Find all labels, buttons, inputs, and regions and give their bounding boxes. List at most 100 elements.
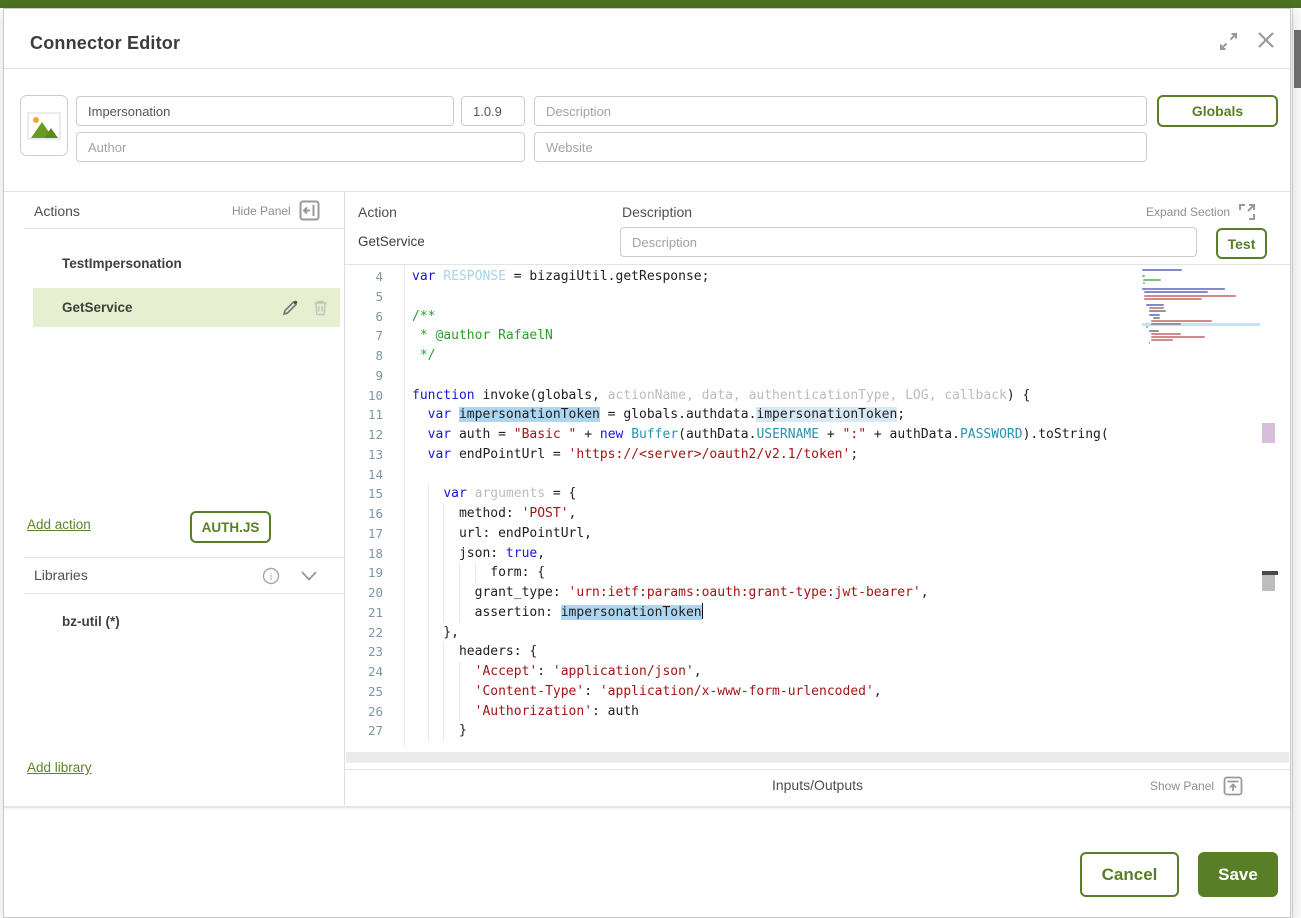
svg-text:i: i	[270, 572, 273, 583]
line-number: 9	[345, 366, 397, 386]
code-line[interactable]: method: 'POST',	[412, 504, 1142, 524]
connector-icon-button[interactable]	[20, 95, 68, 156]
code-line[interactable]: grant_type: 'urn:ietf:params:oauth:grant…	[412, 583, 1142, 603]
minimap[interactable]	[1142, 269, 1260, 346]
scrollbar-thumb[interactable]	[1262, 575, 1275, 591]
code-line[interactable]: }	[412, 721, 1142, 741]
line-number: 24	[345, 662, 397, 682]
code-line[interactable]: /**	[412, 307, 1142, 327]
connector-author-input[interactable]	[76, 132, 525, 162]
code-line[interactable]: 'Authorization': auth	[412, 702, 1142, 722]
code-line[interactable]: var arguments = {	[412, 484, 1142, 504]
info-icon: i	[262, 567, 280, 585]
editor-scrollbar[interactable]	[1262, 265, 1278, 748]
show-panel-button[interactable]: Show Panel	[1150, 776, 1243, 796]
close-dialog-button[interactable]	[1255, 29, 1277, 51]
line-number: 7	[345, 326, 397, 346]
line-number: 23	[345, 642, 397, 662]
edit-action-button[interactable]	[282, 299, 299, 316]
library-list-item[interactable]: bz-util (*)	[33, 606, 340, 636]
page-scrollbar-thumb[interactable]	[1294, 30, 1301, 88]
expand-section-icon	[1238, 203, 1256, 221]
connector-website-input[interactable]	[534, 132, 1147, 162]
inputs-outputs-label: Inputs/Outputs	[345, 777, 1290, 793]
code-line[interactable]: function invoke(globals, actionName, dat…	[412, 386, 1142, 406]
test-action-button[interactable]: Test	[1216, 228, 1267, 259]
line-number: 26	[345, 702, 397, 722]
code-line[interactable]	[412, 287, 1142, 307]
delete-action-button[interactable]	[313, 299, 328, 316]
libraries-info-button[interactable]: i	[262, 567, 280, 585]
text-cursor	[702, 603, 704, 619]
code-editor[interactable]: 4567891011121314151617181920212223242526…	[345, 265, 1290, 748]
line-number: 22	[345, 623, 397, 643]
code-line[interactable]: 'Content-Type': 'application/x-www-form-…	[412, 682, 1142, 702]
gutter-border	[404, 265, 405, 748]
expand-arrows-icon	[1218, 31, 1239, 52]
code-line[interactable]	[412, 366, 1142, 386]
action-description-label: Description	[622, 204, 692, 220]
cancel-button[interactable]: Cancel	[1080, 852, 1179, 897]
maximize-dialog-button[interactable]	[1218, 31, 1239, 52]
code-lines[interactable]: var RESPONSE = bizagiUtil.getResponse; /*…	[412, 267, 1142, 741]
close-icon	[1255, 29, 1277, 51]
code-line[interactable]: 'Accept': 'application/json',	[412, 662, 1142, 682]
code-line[interactable]: headers: {	[412, 642, 1142, 662]
action-name: GetService	[358, 234, 425, 249]
globals-button[interactable]: Globals	[1157, 95, 1278, 127]
line-number: 10	[345, 386, 397, 406]
hide-panel-label: Hide Panel	[232, 204, 291, 218]
top-accent-bar	[0, 0, 1301, 8]
action-description-input[interactable]	[620, 227, 1197, 257]
line-number: 20	[345, 583, 397, 603]
connector-version-input[interactable]	[461, 96, 525, 126]
action-item-label: GetService	[33, 300, 282, 315]
add-action-link[interactable]: Add action	[27, 517, 91, 532]
page-scrollbar[interactable]	[1292, 8, 1301, 918]
code-line[interactable]: var auth = "Basic " + new Buffer(authDat…	[412, 425, 1142, 445]
connector-description-input[interactable]	[534, 96, 1147, 126]
hide-panel-button[interactable]: Hide Panel	[232, 200, 320, 221]
action-item-label: TestImpersonation	[33, 256, 182, 271]
line-number: 5	[345, 287, 397, 307]
action-label: Action	[358, 204, 397, 220]
code-line[interactable]: */	[412, 346, 1142, 366]
code-line[interactable]: form: {	[412, 563, 1142, 583]
line-number: 19	[345, 563, 397, 583]
code-line[interactable]	[412, 465, 1142, 485]
pencil-icon	[282, 299, 299, 316]
line-number: 14	[345, 465, 397, 485]
library-item-label: bz-util (*)	[33, 614, 120, 629]
connector-name-input[interactable]	[76, 96, 454, 126]
line-number: 18	[345, 544, 397, 564]
footer-divider	[4, 806, 1290, 808]
show-panel-icon	[1223, 776, 1243, 796]
code-line[interactable]: },	[412, 623, 1142, 643]
code-line[interactable]: json: true,	[412, 544, 1142, 564]
minimap-content	[1142, 269, 1260, 346]
line-number: 17	[345, 524, 397, 544]
libraries-collapse-button[interactable]	[300, 570, 318, 582]
line-number: 13	[345, 445, 397, 465]
code-line[interactable]: var impersonationToken = globals.authdat…	[412, 405, 1142, 425]
line-number: 11	[345, 405, 397, 425]
action-list-item[interactable]: TestImpersonation	[33, 246, 340, 280]
line-number: 25	[345, 682, 397, 702]
line-number: 8	[345, 346, 397, 366]
line-number: 6	[345, 307, 397, 327]
expand-section-button[interactable]: Expand Section	[1146, 203, 1256, 221]
code-line[interactable]: url: endPointUrl,	[412, 524, 1142, 544]
code-line[interactable]: * @author RafaelN	[412, 326, 1142, 346]
auth-js-button[interactable]: AUTH.JS	[190, 511, 271, 543]
action-list-item-selected[interactable]: GetService	[33, 288, 340, 327]
line-number: 4	[345, 267, 397, 287]
add-library-link[interactable]: Add library	[27, 760, 92, 775]
line-number: 16	[345, 504, 397, 524]
code-line[interactable]: var RESPONSE = bizagiUtil.getResponse;	[412, 267, 1142, 287]
libraries-panel-title: Libraries	[34, 567, 88, 583]
expand-section-label: Expand Section	[1146, 205, 1230, 219]
editor-horizontal-scrollbar[interactable]	[346, 752, 1289, 763]
code-line[interactable]: assertion: impersonationToken	[412, 603, 1142, 623]
save-button[interactable]: Save	[1198, 852, 1278, 897]
code-line[interactable]: var endPointUrl = 'https://<server>/oaut…	[412, 445, 1142, 465]
